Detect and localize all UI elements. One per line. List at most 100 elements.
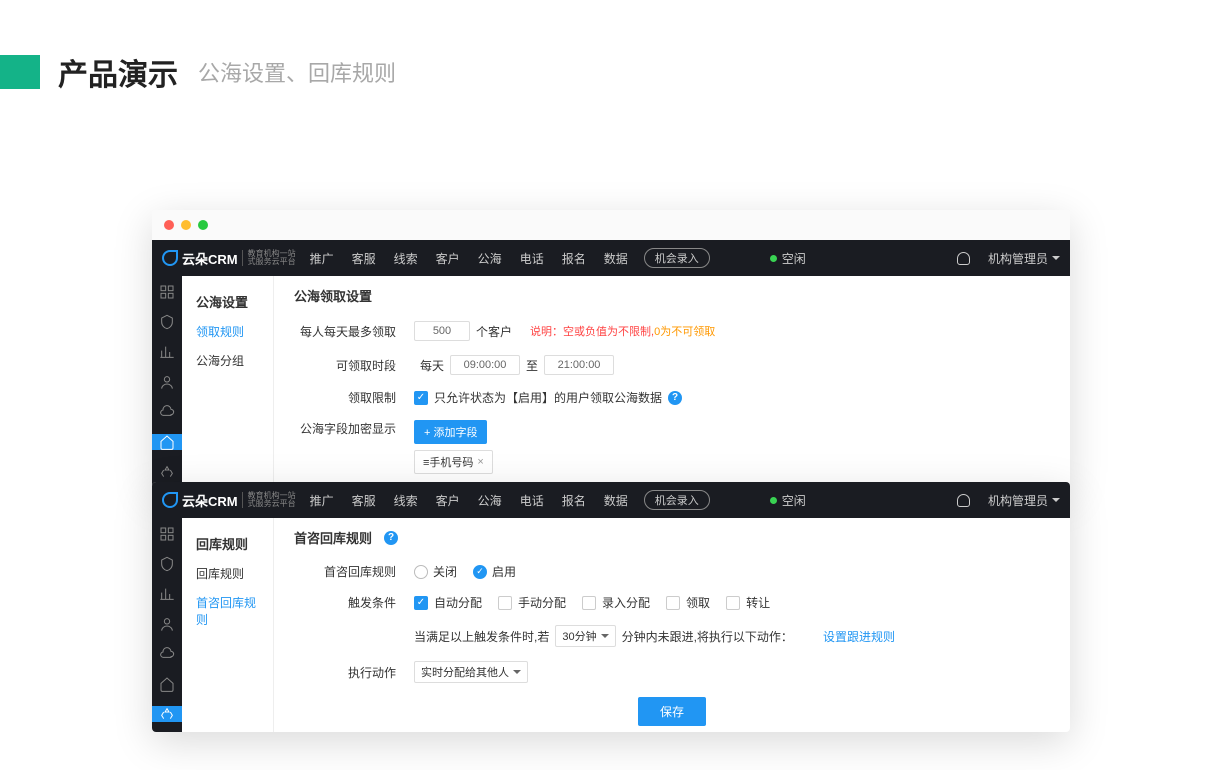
- field-tag-phone[interactable]: ≡手机号码 ×: [414, 450, 493, 474]
- add-field-button[interactable]: + 添加字段: [414, 420, 487, 444]
- user-menu[interactable]: 机构管理员: [988, 492, 1060, 509]
- side-menu-item-claim-rules[interactable]: 领取规则: [182, 317, 273, 346]
- help-icon[interactable]: ?: [668, 391, 682, 405]
- side-menu-item-return-rules[interactable]: 回库规则: [182, 559, 273, 588]
- nav-item[interactable]: 客户: [436, 250, 460, 267]
- content-title: 公海领取设置: [294, 286, 372, 305]
- input-time-from[interactable]: [450, 355, 520, 375]
- input-max-claim[interactable]: [414, 321, 470, 341]
- side-menu-title: 公海设置: [182, 286, 273, 317]
- label-time-range: 可领取时段: [294, 357, 414, 374]
- user-name: 机构管理员: [988, 492, 1048, 509]
- label-action: 执行动作: [294, 664, 414, 681]
- bell-icon[interactable]: [957, 252, 970, 265]
- opt-label: 领取: [686, 594, 710, 611]
- nav-item[interactable]: 报名: [562, 250, 586, 267]
- side-menu-item-first-consult-return[interactable]: 首咨回库规则: [182, 588, 273, 634]
- nav-item[interactable]: 电话: [520, 492, 544, 509]
- checkbox-auto-assign[interactable]: [414, 596, 428, 610]
- radio-on-label: 启用: [492, 563, 516, 580]
- condition-post: 分钟内未跟进,将执行以下动作：: [622, 628, 793, 645]
- nav-item[interactable]: 客户: [436, 492, 460, 509]
- radio-off[interactable]: [414, 565, 428, 579]
- record-opportunity-button[interactable]: 机会录入: [644, 490, 710, 510]
- row-encrypt-fields: 公海字段加密显示 + 添加字段 ≡手机号码 ×: [294, 420, 1050, 474]
- logo-subtext: 教育机构一站式服务云平台: [242, 250, 296, 266]
- user-name: 机构管理员: [988, 250, 1048, 267]
- label-max-claim: 每人每天最多领取: [294, 323, 414, 340]
- chart-icon[interactable]: [159, 344, 175, 360]
- nav-items: 推广 客服 线索 客户 公海 电话 报名 数据: [310, 250, 628, 267]
- maximize-dot-icon[interactable]: [198, 220, 208, 230]
- save-button[interactable]: 保存: [638, 697, 706, 726]
- remove-tag-icon[interactable]: ×: [477, 456, 483, 468]
- logo-icon: [162, 250, 178, 266]
- restriction-text: 只允许状态为【启用】的用户领取公海数据: [434, 389, 662, 406]
- nav-item[interactable]: 公海: [478, 492, 502, 509]
- logo-icon: [162, 492, 178, 508]
- icon-sidebar: [152, 276, 182, 490]
- row-rule-toggle: 首咨回库规则 关闭 启用: [294, 563, 1050, 580]
- record-opportunity-button[interactable]: 机会录入: [644, 248, 710, 268]
- user-icon[interactable]: [159, 616, 175, 632]
- radio-on[interactable]: [473, 565, 487, 579]
- nav-item[interactable]: 客服: [352, 492, 376, 509]
- logo[interactable]: 云朵CRM 教育机构一站式服务云平台: [162, 491, 296, 510]
- input-time-to[interactable]: [544, 355, 614, 375]
- checkbox-input-assign[interactable]: [582, 596, 596, 610]
- help-icon[interactable]: ?: [384, 531, 398, 545]
- select-action[interactable]: 实时分配给其他人: [414, 661, 528, 683]
- nav-item[interactable]: 公海: [478, 250, 502, 267]
- recycle-icon[interactable]: [159, 464, 175, 480]
- link-follow-rules[interactable]: 设置跟进规则: [823, 628, 895, 645]
- cloud-icon[interactable]: [159, 646, 175, 662]
- nav-item[interactable]: 线索: [394, 492, 418, 509]
- select-duration[interactable]: 30分钟: [555, 625, 615, 647]
- note-text: 说明：空或负值为不限制,0为不可领取: [530, 323, 715, 339]
- user-menu[interactable]: 机构管理员: [988, 250, 1060, 267]
- nav-item[interactable]: 数据: [604, 250, 628, 267]
- window-public-sea-settings: 云朵CRM 教育机构一站式服务云平台 推广 客服 线索 客户 公海 电话 报名 …: [152, 210, 1070, 490]
- row-action: 执行动作 实时分配给其他人: [294, 661, 1050, 683]
- minimize-dot-icon[interactable]: [181, 220, 191, 230]
- side-menu-item-group[interactable]: 公海分组: [182, 346, 273, 375]
- shield-icon[interactable]: [159, 556, 175, 572]
- side-menu: 公海设置 领取规则 公海分组: [182, 276, 274, 490]
- home-icon[interactable]: [159, 676, 175, 692]
- checkbox-transfer[interactable]: [726, 596, 740, 610]
- checkbox-claim[interactable]: [666, 596, 680, 610]
- user-icon[interactable]: [159, 374, 175, 390]
- checkbox-manual-assign[interactable]: [498, 596, 512, 610]
- icon-sidebar: [152, 518, 182, 732]
- nav-item[interactable]: 推广: [310, 250, 334, 267]
- content-area: 公海领取设置 每人每天最多领取 个客户 说明：空或负值为不限制,0为不可领取 可…: [274, 276, 1070, 490]
- to-text: 至: [526, 357, 538, 374]
- nav-item[interactable]: 报名: [562, 492, 586, 509]
- chevron-down-icon: [1052, 498, 1060, 502]
- bell-icon[interactable]: [957, 494, 970, 507]
- status-indicator[interactable]: 空闲: [770, 492, 806, 509]
- close-dot-icon[interactable]: [164, 220, 174, 230]
- nav-item[interactable]: 推广: [310, 492, 334, 509]
- opt-label: 自动分配: [434, 594, 482, 611]
- nav-item[interactable]: 客服: [352, 250, 376, 267]
- dashboard-icon[interactable]: [159, 284, 175, 300]
- chart-icon[interactable]: [159, 586, 175, 602]
- slide-subtitle: 公海设置、回库规则: [198, 56, 396, 88]
- cloud-icon[interactable]: [159, 404, 175, 420]
- nav-item[interactable]: 数据: [604, 492, 628, 509]
- nav-item[interactable]: 线索: [394, 250, 418, 267]
- nav-item[interactable]: 电话: [520, 250, 544, 267]
- unit-text: 个客户: [476, 323, 512, 340]
- green-accent-bar: [0, 55, 40, 89]
- logo[interactable]: 云朵CRM 教育机构一站式服务云平台: [162, 249, 296, 268]
- slide-title: 产品演示: [58, 50, 178, 94]
- checkbox-enabled-only[interactable]: [414, 391, 428, 405]
- home-icon[interactable]: [152, 434, 182, 450]
- status-indicator[interactable]: 空闲: [770, 250, 806, 267]
- label-encrypt: 公海字段加密显示: [294, 420, 414, 437]
- shield-icon[interactable]: [159, 314, 175, 330]
- dashboard-icon[interactable]: [159, 526, 175, 542]
- row-restriction: 领取限制 只允许状态为【启用】的用户领取公海数据 ?: [294, 389, 1050, 406]
- content-area: 首咨回库规则 ? 首咨回库规则 关闭 启用 触发条件 自动分配 手动分配 录入分…: [274, 518, 1070, 732]
